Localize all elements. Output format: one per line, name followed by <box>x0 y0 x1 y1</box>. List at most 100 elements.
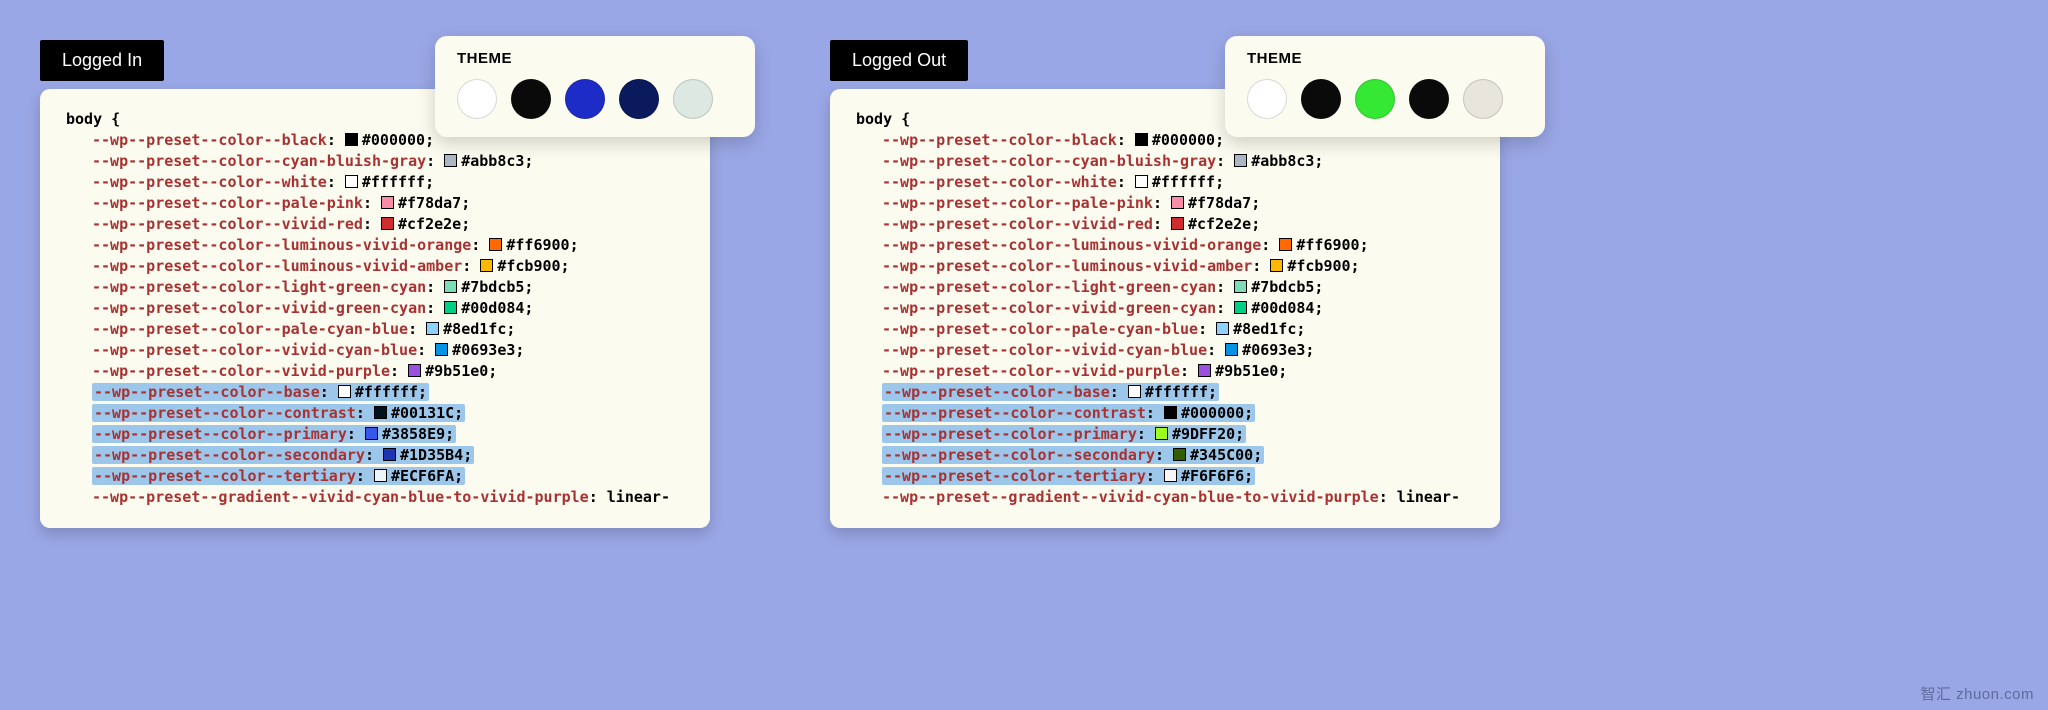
theme-swatch[interactable] <box>1355 79 1395 119</box>
color-chip-icon <box>1216 322 1229 335</box>
css-var-name: --wp--preset--color--primary <box>884 425 1137 443</box>
css-lines-container: --wp--preset--color--black: #000000;--wp… <box>66 130 684 487</box>
highlighted-css-line: --wp--preset--color--base: #ffffff; <box>882 383 1219 401</box>
css-var-name: --wp--preset--color--tertiary <box>884 467 1146 485</box>
css-var-line: --wp--preset--color--white: #ffffff; <box>856 172 1474 193</box>
theme-swatch[interactable] <box>511 79 551 119</box>
css-var-name: --wp--preset--color--luminous-vivid-oran… <box>92 236 471 254</box>
color-chip-icon <box>381 217 394 230</box>
color-chip-icon <box>444 280 457 293</box>
css-var-name: --wp--preset--color--vivid-purple <box>882 362 1180 380</box>
color-chip-icon <box>1234 280 1247 293</box>
color-chip-icon <box>489 238 502 251</box>
css-var-value: #ff6900; <box>506 236 578 254</box>
color-chip-icon <box>1135 133 1148 146</box>
color-chip-icon <box>1171 217 1184 230</box>
css-variables-card: body { --wp--preset--color--black: #0000… <box>830 89 1500 528</box>
highlighted-css-line: --wp--preset--color--contrast: #000000; <box>882 404 1255 422</box>
css-var-line: --wp--preset--color--contrast: #00131C; <box>66 403 684 424</box>
css-var-value: #3858E9; <box>382 425 454 443</box>
color-chip-icon <box>435 343 448 356</box>
css-var-name: --wp--preset--color--black <box>92 131 327 149</box>
css-var-line: --wp--preset--color--vivid-purple: #9b51… <box>66 361 684 382</box>
watermark-zh: 智汇 <box>1920 686 1951 703</box>
css-var-value: #F6F6F6; <box>1181 467 1253 485</box>
color-chip-icon <box>1225 343 1238 356</box>
css-var-line: --wp--preset--color--luminous-vivid-ambe… <box>856 256 1474 277</box>
theme-label: THEME <box>457 50 733 67</box>
css-var-name: --wp--preset--color--light-green-cyan <box>882 278 1216 296</box>
color-chip-icon <box>1128 385 1141 398</box>
color-chip-icon <box>426 322 439 335</box>
highlighted-css-line: --wp--preset--color--base: #ffffff; <box>92 383 429 401</box>
theme-swatch[interactable] <box>1301 79 1341 119</box>
theme-swatch[interactable] <box>457 79 497 119</box>
theme-swatch[interactable] <box>1409 79 1449 119</box>
css-var-value: #fcb900; <box>497 257 569 275</box>
color-chip-icon <box>1171 196 1184 209</box>
css-var-name: --wp--preset--color--cyan-bluish-gray <box>882 152 1216 170</box>
css-var-value: #9DFF20; <box>1172 425 1244 443</box>
css-var-name: --wp--preset--color--white <box>92 173 327 191</box>
color-chip-icon <box>338 385 351 398</box>
css-var-line: --wp--preset--color--white: #ffffff; <box>66 172 684 193</box>
css-var-value: linear- <box>607 488 670 506</box>
css-var-line: --wp--preset--color--pale-cyan-blue: #8e… <box>856 319 1474 340</box>
highlighted-css-line: --wp--preset--color--secondary: #1D35B4; <box>92 446 474 464</box>
css-var-name: --wp--preset--color--luminous-vivid-ambe… <box>92 257 462 275</box>
theme-swatch[interactable] <box>1247 79 1287 119</box>
css-var-value: #345C00; <box>1190 446 1262 464</box>
css-var-name: --wp--preset--color--contrast <box>884 404 1146 422</box>
css-var-value: #000000; <box>1181 404 1253 422</box>
color-chip-icon <box>383 448 396 461</box>
css-var-value: #0693e3; <box>452 341 524 359</box>
css-var-value: #000000; <box>362 131 434 149</box>
color-chip-icon <box>1155 427 1168 440</box>
theme-palette-card: THEME <box>1225 36 1545 137</box>
css-var-line: --wp--preset--color--vivid-cyan-blue: #0… <box>66 340 684 361</box>
css-var-name: --wp--preset--color--cyan-bluish-gray <box>92 152 426 170</box>
css-var-name: --wp--preset--color--vivid-cyan-blue <box>92 341 417 359</box>
theme-swatch[interactable] <box>673 79 713 119</box>
css-var-line: --wp--preset--color--primary: #3858E9; <box>66 424 684 445</box>
css-var-name: --wp--preset--color--contrast <box>94 404 356 422</box>
css-var-value: #8ed1fc; <box>443 320 515 338</box>
css-var-line: --wp--preset--color--vivid-purple: #9b51… <box>856 361 1474 382</box>
css-var-line: --wp--preset--color--vivid-green-cyan: #… <box>856 298 1474 319</box>
css-var-line: --wp--preset--color--cyan-bluish-gray: #… <box>856 151 1474 172</box>
color-chip-icon <box>1198 364 1211 377</box>
css-var-line: --wp--preset--color--vivid-red: #cf2e2e; <box>66 214 684 235</box>
css-var-name: --wp--preset--color--luminous-vivid-oran… <box>882 236 1261 254</box>
css-var-value: #1D35B4; <box>400 446 472 464</box>
css-var-value: #abb8c3; <box>1251 152 1323 170</box>
state-badge-logged-out: Logged Out <box>830 40 968 81</box>
css-var-name: --wp--preset--color--tertiary <box>94 467 356 485</box>
theme-swatch[interactable] <box>565 79 605 119</box>
highlighted-css-line: --wp--preset--color--primary: #9DFF20; <box>882 425 1246 443</box>
css-var-line: --wp--preset--color--pale-pink: #f78da7; <box>856 193 1474 214</box>
css-var-name: --wp--preset--gradient--vivid-cyan-blue-… <box>92 488 589 506</box>
css-var-value: #f78da7; <box>398 194 470 212</box>
css-var-value: #ffffff; <box>355 383 427 401</box>
theme-swatch[interactable] <box>619 79 659 119</box>
css-var-value: #00d084; <box>461 299 533 317</box>
css-var-line: --wp--preset--color--tertiary: #F6F6F6; <box>856 466 1474 487</box>
css-var-line: --wp--preset--color--luminous-vivid-ambe… <box>66 256 684 277</box>
css-trailing-line: --wp--preset--gradient--vivid-cyan-blue-… <box>856 487 1474 508</box>
theme-palette-card: THEME <box>435 36 755 137</box>
css-var-value: #9b51e0; <box>1215 362 1287 380</box>
color-chip-icon <box>345 133 358 146</box>
highlighted-css-line: --wp--preset--color--contrast: #00131C; <box>92 404 465 422</box>
color-chip-icon <box>381 196 394 209</box>
css-var-value: #cf2e2e; <box>1188 215 1260 233</box>
color-chip-icon <box>1164 406 1177 419</box>
css-var-line: --wp--preset--color--vivid-green-cyan: #… <box>66 298 684 319</box>
css-var-value: #cf2e2e; <box>398 215 470 233</box>
css-var-name: --wp--preset--color--base <box>884 383 1110 401</box>
css-var-value: #7bdcb5; <box>1251 278 1323 296</box>
theme-swatch[interactable] <box>1463 79 1503 119</box>
css-var-line: --wp--preset--color--pale-pink: #f78da7; <box>66 193 684 214</box>
css-var-value: #fcb900; <box>1287 257 1359 275</box>
css-var-line: --wp--preset--color--secondary: #345C00; <box>856 445 1474 466</box>
highlighted-css-line: --wp--preset--color--primary: #3858E9; <box>92 425 456 443</box>
